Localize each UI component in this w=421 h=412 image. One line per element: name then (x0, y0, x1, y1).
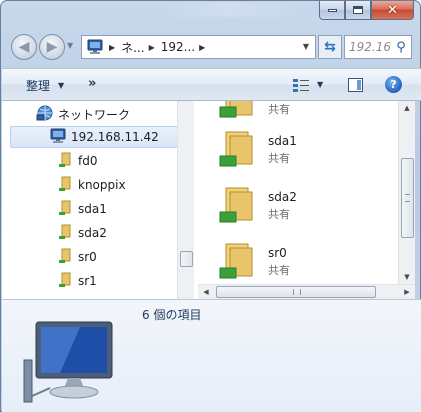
nav-item-label: 192.168.11.42 (71, 130, 159, 144)
item-count: 6 個の項目 (142, 308, 202, 322)
scrollbar-thumb[interactable] (216, 286, 376, 298)
views-dropdown-icon[interactable]: ▼ (317, 80, 323, 89)
nav-item-label: sr0 (78, 250, 97, 264)
details-pane: 6 個の項目 (2, 299, 421, 412)
explorer-window: ✕ ◀ ▶ ▼ ▶ ネ... ▶ 192... ▶ ▼ ⇆ 192.168. (0, 0, 421, 412)
breadcrumb-host[interactable]: 192... (161, 40, 195, 54)
item-type: 共有 (268, 264, 290, 277)
scrollbar-thumb[interactable] (401, 158, 414, 238)
computer-icon (85, 38, 105, 56)
recent-pages-dropdown[interactable]: ▼ (67, 41, 73, 50)
file-list: 共有 sda1 共有 sda2 共有 sr0 共有 (198, 101, 398, 284)
computer-icon (49, 128, 67, 147)
file-list-vertical-scrollbar[interactable]: ▲ ▼ (398, 101, 415, 284)
title-bar-blur (159, 3, 299, 17)
organize-button[interactable]: 整理 (26, 77, 50, 94)
back-arrow-icon: ◀ (18, 39, 30, 55)
list-item[interactable]: sda2 共有 (218, 184, 388, 232)
views-icon[interactable] (292, 77, 310, 93)
nav-item-label: fd0 (78, 154, 98, 168)
navigation-pane-scrollbar[interactable] (177, 101, 194, 299)
scroll-left-icon[interactable]: ◀ (198, 285, 214, 299)
close-button[interactable]: ✕ (371, 1, 414, 20)
share-folder-icon (58, 152, 74, 171)
file-list-horizontal-scrollbar[interactable]: ◀ ▶ (198, 284, 415, 299)
help-icon[interactable]: ? (385, 76, 402, 93)
share-folder-icon (58, 200, 74, 219)
address-bar[interactable]: ▶ ネ... ▶ 192... ▶ ▼ (81, 35, 316, 59)
share-folder-icon (58, 248, 74, 267)
forward-button[interactable]: ▶ (39, 34, 65, 60)
preview-pane-icon[interactable] (348, 78, 363, 92)
minimize-button[interactable] (319, 1, 345, 20)
close-icon: ✕ (387, 2, 398, 18)
scroll-down-icon[interactable]: ▼ (399, 270, 415, 284)
nav-item-label: sr1 (78, 274, 97, 288)
command-bar: 整理 ▼ » ▼ ? (2, 68, 421, 101)
item-name: sr0 (268, 246, 287, 260)
share-folder-icon (58, 176, 74, 195)
caption-buttons: ✕ (319, 1, 414, 20)
network-icon (36, 105, 54, 124)
organize-dropdown-icon[interactable]: ▼ (58, 81, 64, 90)
list-item[interactable]: sda1 共有 (218, 128, 388, 176)
navigation-bar: ◀ ▶ ▼ ▶ ネ... ▶ 192... ▶ ▼ ⇆ 192.168.... … (9, 31, 412, 63)
item-type: 共有 (268, 208, 290, 221)
search-icon[interactable]: ⚲ (391, 40, 411, 55)
breadcrumb-network[interactable]: ネ... (121, 39, 144, 56)
nav-item-share[interactable]: sda1 (58, 198, 107, 220)
list-item[interactable]: sr0 共有 (218, 240, 388, 284)
address-dropdown-icon[interactable]: ▼ (303, 42, 309, 51)
list-item[interactable]: 共有 (218, 101, 388, 127)
share-folder-icon (218, 128, 258, 168)
nav-item-label: knoppix (78, 178, 126, 192)
back-button[interactable]: ◀ (11, 34, 37, 60)
refresh-icon: ⇆ (324, 39, 336, 55)
item-type: 共有 (268, 152, 290, 165)
maximize-icon (353, 6, 363, 14)
nav-item-label: sda1 (78, 202, 107, 216)
nav-item-network[interactable]: ネットワーク (36, 103, 130, 125)
share-folder-icon (218, 240, 258, 280)
item-name: sda1 (268, 134, 297, 148)
nav-item-label: sda2 (78, 226, 107, 240)
search-input[interactable]: 192.168.... (349, 40, 391, 54)
nav-item-label: ネットワーク (58, 107, 131, 122)
more-commands-button[interactable]: » (88, 76, 96, 91)
search-box[interactable]: 192.168.... ⚲ (344, 35, 412, 59)
share-folder-icon (218, 184, 258, 224)
forward-arrow-icon: ▶ (46, 39, 58, 55)
nav-item-share[interactable]: sr0 (58, 246, 97, 268)
nav-item-share[interactable]: fd0 (58, 150, 97, 172)
minimize-icon (327, 8, 337, 12)
navigation-pane: ネットワーク 192.168.11.42 fd0 knoppix sda1 sd… (2, 101, 198, 299)
maximize-button[interactable] (345, 1, 371, 20)
scroll-up-icon[interactable]: ▲ (399, 101, 415, 115)
scrollbar-thumb[interactable] (180, 251, 193, 267)
refresh-button[interactable]: ⇆ (318, 35, 342, 59)
nav-item-share[interactable]: sda2 (58, 222, 107, 244)
breadcrumb-separator-icon[interactable]: ▶ (199, 43, 205, 52)
breadcrumb-separator-icon[interactable]: ▶ (109, 43, 115, 52)
breadcrumb-separator-icon[interactable]: ▶ (149, 43, 155, 52)
nav-item-share[interactable]: knoppix (58, 174, 126, 196)
nav-item-host[interactable]: 192.168.11.42 (10, 126, 178, 148)
share-folder-icon (58, 224, 74, 243)
share-folder-icon (218, 101, 258, 119)
network-computer-icon (20, 320, 130, 405)
item-name: sda2 (268, 190, 297, 204)
share-folder-icon (58, 272, 74, 291)
nav-item-share[interactable]: sr1 (58, 270, 97, 292)
scroll-right-icon[interactable]: ▶ (399, 285, 415, 299)
item-type: 共有 (268, 103, 290, 116)
